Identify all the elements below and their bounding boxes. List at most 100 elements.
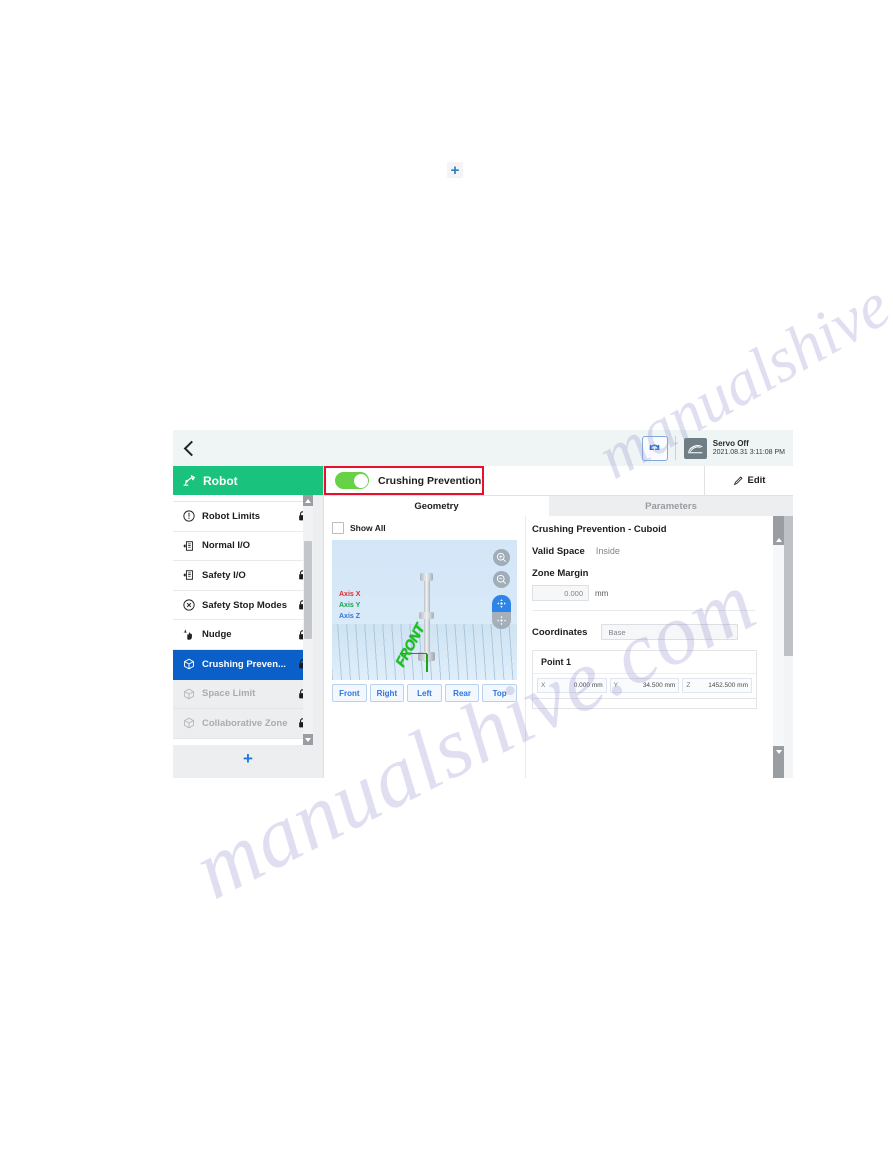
point-y-input[interactable]: Y 34.500 mm	[609, 678, 680, 693]
geometry-pane: Show All Axis X Axis Y Axis Z FRONT Fron…	[324, 516, 525, 778]
point-fields: X 0.000 mm Y 34.500 mm Z 1452.500 mm	[533, 674, 756, 698]
io-box-icon	[182, 569, 195, 582]
header-spacer	[484, 466, 704, 495]
back-button[interactable]	[173, 430, 207, 466]
show-all-checkbox-row[interactable]: Show All	[332, 522, 525, 534]
feature-title: Crushing Prevention	[378, 474, 482, 487]
details-scroll-thumb-bottom[interactable]	[773, 757, 784, 778]
zoom-out-button[interactable]	[493, 571, 510, 588]
sidebar-item-safety-io[interactable]: Safety I/O	[173, 561, 313, 591]
servo-status: Servo Off 2021.08.31 3:11:08 PM	[713, 439, 785, 456]
checkbox-icon[interactable]	[332, 522, 344, 534]
sidebar-item-label: Safety I/O	[202, 569, 246, 581]
view-button-top[interactable]: Top	[482, 684, 517, 702]
sidebar-item-collaborative-zone[interactable]: Collaborative Zone	[173, 709, 313, 739]
servo-status-title: Servo Off	[712, 439, 749, 449]
chevron-up-icon	[775, 537, 782, 542]
rotate-button[interactable]	[492, 612, 511, 629]
edit-label: Edit	[747, 475, 766, 486]
app-window: Servo Off 2021.08.31 3:11:08 PM Robot Ro…	[173, 430, 793, 778]
details-content: Crushing Prevention - Cuboid Valid Space…	[532, 524, 760, 709]
view-button-right[interactable]: Right	[369, 684, 405, 702]
scrollbar-thumb[interactable]	[784, 516, 793, 656]
reload-button[interactable]	[641, 435, 668, 461]
sidebar-item-label: Nudge	[202, 629, 232, 641]
axis-x-label: Axis X	[339, 591, 361, 598]
sidebar-item-safety-stop-modes[interactable]: Safety Stop Modes	[173, 590, 313, 621]
valid-space-row: Valid Space Inside	[532, 546, 760, 557]
add-icon[interactable]: +	[447, 162, 463, 178]
magnifier-minus-icon	[496, 574, 506, 584]
view-preset-buttons: Front Right Left Rear Top	[332, 684, 517, 702]
point-x-input[interactable]: X 0.000 mm	[537, 678, 607, 693]
servo-status-time: 2021.08.31 3:11:08 PM	[712, 448, 785, 456]
sidebar-scrollbar[interactable]	[303, 495, 313, 745]
point-y-key: Y	[613, 682, 619, 689]
sidebar-item-crushing-prevention[interactable]: Crushing Preven...	[173, 649, 313, 680]
details-scroll-up-button[interactable]	[773, 534, 784, 545]
app-body: Robot Robot Limits Normal I/O Safety I/O…	[173, 466, 793, 778]
zone-margin-label: Zone Margin	[532, 568, 589, 579]
tab-bar: Geometry Parameters	[324, 496, 793, 516]
content-panes: Show All Axis X Axis Y Axis Z FRONT Fron…	[324, 516, 793, 778]
sidebar-item-robot-limits[interactable]: Robot Limits	[173, 502, 313, 532]
chevron-down-icon	[775, 749, 782, 754]
scroll-up-button[interactable]	[303, 495, 313, 506]
feature-header: Crushing Prevention Edit	[324, 466, 793, 496]
scroll-down-button[interactable]	[303, 734, 313, 745]
details-scrollbar-inner[interactable]	[773, 516, 784, 778]
axis-line-z	[426, 654, 428, 672]
edit-button[interactable]: Edit	[704, 466, 793, 495]
sidebar-item-label: Safety Stop Modes	[202, 599, 287, 611]
point-title: Point 1	[533, 651, 756, 674]
x-circle-icon	[182, 599, 195, 612]
robot-joint-mid	[419, 612, 434, 619]
tab-geometry[interactable]: Geometry	[324, 496, 549, 516]
zoom-in-button[interactable]	[493, 549, 510, 566]
magnifier-plus-icon	[496, 552, 506, 562]
point-y-value: 34.500 mm	[642, 682, 676, 689]
details-scroll-thumb-top[interactable]	[773, 516, 784, 534]
coordinates-row: Coordinates Base	[532, 624, 760, 640]
details-scroll-down-button[interactable]	[773, 746, 784, 757]
axis-legend: Axis X Axis Y Axis Z	[339, 590, 360, 623]
io-box-icon	[182, 539, 195, 552]
scrollbar-thumb[interactable]	[304, 541, 312, 639]
sidebar-item-nudge[interactable]: Nudge	[173, 620, 313, 650]
point-z-key: Z	[686, 682, 691, 689]
show-all-label: Show All	[350, 523, 386, 533]
point-x-value: 0.000 mm	[573, 682, 603, 689]
zone-margin-unit: mm	[595, 588, 609, 598]
point-z-input[interactable]: Z 1452.500 mm	[682, 678, 753, 693]
view-button-rear[interactable]: Rear	[444, 684, 480, 702]
main-panel: Crushing Prevention Edit Geometry Parame…	[324, 466, 793, 778]
sidebar-item-normal-io[interactable]: Normal I/O	[173, 531, 313, 562]
sidebar-item-label: Space Limit	[202, 688, 256, 700]
topbar-divider	[674, 436, 676, 460]
toggle-knob	[353, 473, 368, 488]
axis-y-label: Axis Y	[339, 601, 361, 609]
valid-space-label: Valid Space	[532, 546, 585, 557]
add-item-button[interactable]: +	[173, 745, 323, 771]
details-scrollbar-outer[interactable]	[784, 516, 793, 778]
view-button-left[interactable]: Left	[407, 684, 442, 702]
sidebar-list-clip	[173, 495, 313, 502]
sidebar-header[interactable]: Robot	[173, 466, 323, 495]
zone-margin-input[interactable]: 0.000	[532, 585, 589, 601]
crushing-prevention-toggle-group[interactable]: Crushing Prevention	[324, 466, 484, 495]
zone-margin-row: 0.000 mm	[532, 585, 760, 601]
cube-icon	[182, 687, 195, 700]
coordinates-select[interactable]: Base	[601, 624, 739, 640]
details-title: Crushing Prevention - Cuboid	[532, 524, 667, 535]
pan-move-button[interactable]	[492, 595, 511, 612]
sidebar-item-label: Crushing Preven...	[202, 658, 286, 670]
sidebar-item-label: Collaborative Zone	[202, 717, 288, 729]
sidebar-list: Robot Limits Normal I/O Safety I/O Safet…	[173, 495, 313, 745]
tab-parameters[interactable]: Parameters	[549, 496, 793, 516]
sidebar-item-space-limit[interactable]: Space Limit	[173, 679, 313, 710]
pan-rotate-control[interactable]	[492, 595, 511, 629]
hand-nudge-icon	[182, 628, 195, 641]
crushing-prevention-toggle[interactable]	[335, 472, 369, 489]
view-button-front[interactable]: Front	[332, 684, 367, 702]
3d-viewport[interactable]: Axis X Axis Y Axis Z FRONT	[332, 540, 517, 680]
